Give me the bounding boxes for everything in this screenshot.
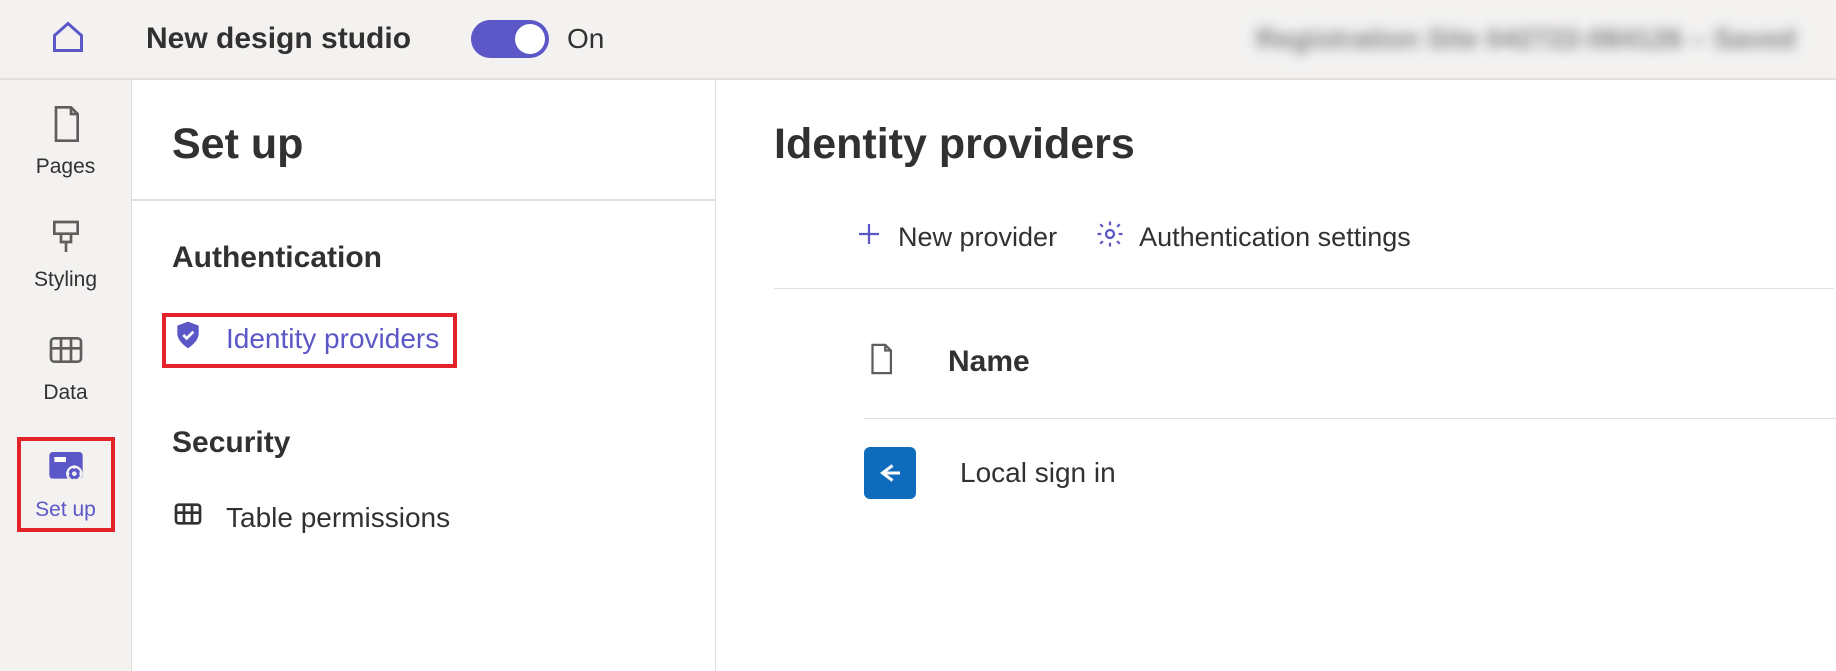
design-studio-toggle[interactable]: On	[471, 20, 604, 58]
rail-item-pages[interactable]: Pages	[0, 98, 131, 185]
top-bar: New design studio On Registration Site 0…	[0, 0, 1836, 80]
rail-label: Set up	[35, 498, 96, 522]
main-content: Identity providers New provider Authenti…	[716, 80, 1836, 671]
sidebar-item-table-permissions[interactable]: Table permissions	[132, 480, 715, 555]
setup-icon	[46, 447, 86, 492]
rail-label: Styling	[34, 268, 97, 292]
sidebar-group-security: Security	[132, 386, 715, 480]
left-nav-rail: Pages Styling Data Set up	[0, 80, 132, 671]
table-icon	[46, 330, 86, 375]
providers-table: Name Local sign in	[774, 289, 1836, 499]
new-provider-button[interactable]: New provider	[854, 219, 1057, 256]
button-label: New provider	[898, 222, 1057, 253]
rail-label: Data	[43, 381, 87, 405]
rail-item-setup[interactable]: Set up	[17, 437, 115, 532]
toggle-switch[interactable]	[471, 20, 549, 58]
rail-item-styling[interactable]: Styling	[0, 211, 131, 298]
table-icon	[172, 498, 204, 537]
topbar-title: New design studio	[146, 22, 411, 56]
paintbrush-icon	[46, 217, 86, 262]
rail-item-data[interactable]: Data	[0, 324, 131, 411]
table-header-row: Name	[864, 339, 1836, 419]
sidebar-group-authentication: Authentication	[132, 201, 715, 295]
sidebar-title: Set up	[132, 80, 715, 201]
row-name: Local sign in	[960, 457, 1116, 489]
sidebar-item-label: Identity providers	[226, 323, 439, 355]
site-status-text: Registration Site 042722-084126 – Saved	[1256, 23, 1796, 55]
table-row[interactable]: Local sign in	[864, 419, 1836, 499]
authentication-settings-button[interactable]: Authentication settings	[1095, 219, 1411, 256]
gear-icon	[1095, 219, 1125, 256]
page-title: Identity providers	[774, 120, 1836, 169]
setup-sidebar: Set up Authentication Identity providers…	[132, 80, 716, 671]
button-label: Authentication settings	[1139, 222, 1411, 253]
local-signin-icon	[864, 447, 916, 499]
command-bar: New provider Authentication settings	[774, 219, 1834, 289]
rail-label: Pages	[36, 155, 96, 179]
document-icon	[864, 339, 898, 384]
sidebar-item-identity-providers[interactable]: Identity providers	[132, 295, 715, 386]
home-icon[interactable]	[50, 19, 86, 60]
plus-icon	[854, 219, 884, 256]
shield-check-icon	[172, 319, 204, 358]
column-header-name[interactable]: Name	[948, 345, 1030, 379]
toggle-label: On	[567, 23, 604, 55]
sidebar-item-label: Table permissions	[226, 502, 450, 534]
page-icon	[46, 104, 86, 149]
